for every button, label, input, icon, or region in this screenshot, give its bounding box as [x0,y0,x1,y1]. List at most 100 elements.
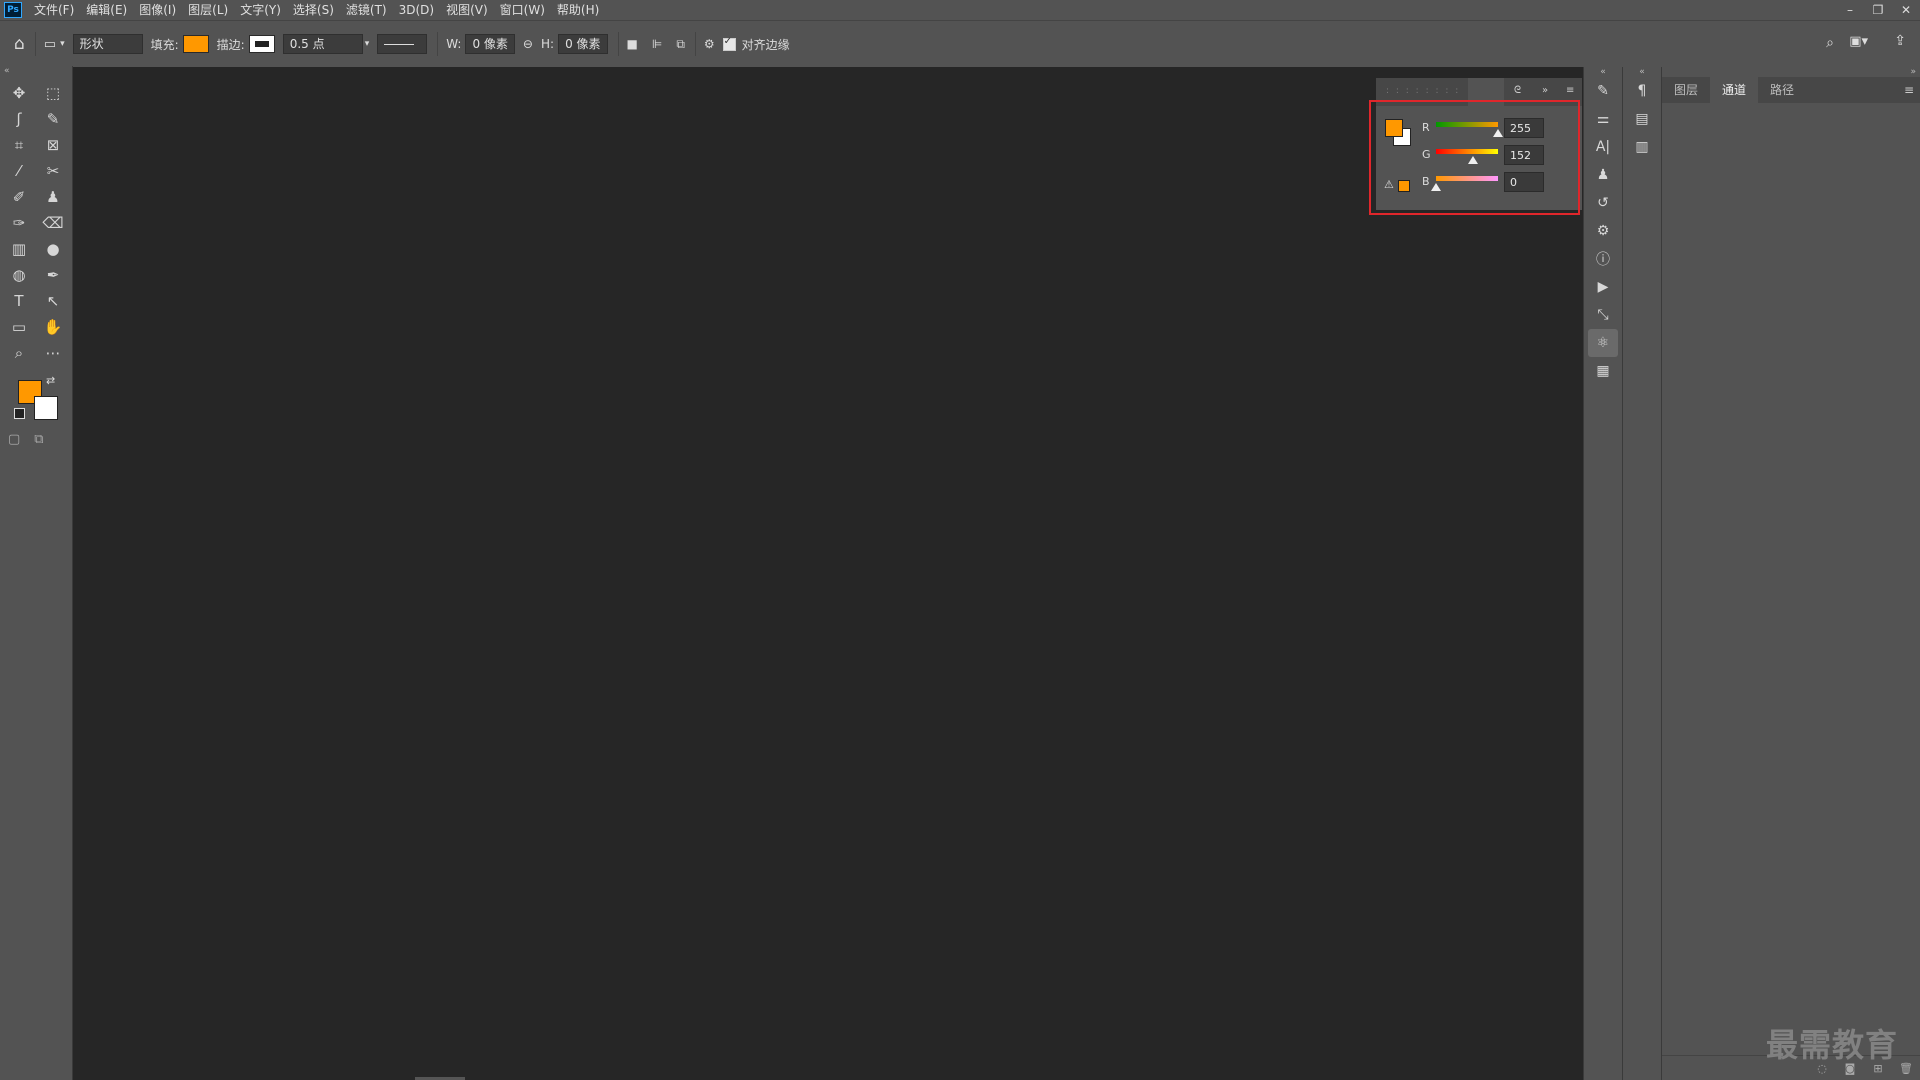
path-arrangement-icon[interactable]: ⧉ [676,37,685,52]
history-brush-icon[interactable]: ✑ [2,210,36,236]
collapse-icon[interactable]: « [1623,67,1661,77]
tool-preset-picker[interactable]: ▭ ▾ [44,37,65,52]
panel-icon-column-1: « ✎ ⚌ A| ♟ ↺ ⚙ ⓘ ▶ ⤡ ⚛ ▦ [1584,67,1623,1080]
expand-icon[interactable]: » [1542,85,1548,96]
menu-help[interactable]: 帮助(H) [551,0,605,20]
mode-dropdown[interactable]: 形状 [72,34,143,54]
adjustments-icon[interactable]: ⚌ [1584,105,1622,133]
path-select-icon[interactable]: ↖ [36,288,70,314]
eraser-icon[interactable]: ⌫ [36,210,70,236]
tab-channels[interactable]: 通道 [1710,77,1759,103]
hand-icon[interactable]: ✋ [36,314,70,340]
annotation-highlight-box [1369,100,1580,215]
panel-menu-icon[interactable]: ≡ [1904,83,1914,97]
panel-options-icon[interactable]: ᘓ [1514,85,1521,96]
stroke-width-value: 0.5 点 [282,34,363,54]
menu-edit[interactable]: 编辑(E) [80,0,133,20]
actions-icon[interactable]: ▶ [1584,273,1622,301]
panel-menu-icon[interactable]: ≡ [1566,85,1574,96]
blur-icon[interactable]: ● [36,236,70,262]
move-icon[interactable]: ✥ [2,80,36,106]
workspace-icon[interactable]: ▣▾ [1849,34,1868,49]
menu-filter[interactable]: 滤镜(T) [340,0,393,20]
panel-foreground-swatch[interactable] [1385,119,1403,137]
path-alignment-icon[interactable]: ⊫ [652,37,662,51]
height-input[interactable]: 0 像素 [558,34,608,54]
info-icon[interactable]: ⓘ [1584,245,1622,273]
default-colors-icon[interactable] [14,408,25,419]
background-color-swatch[interactable] [34,396,58,420]
stroke-type-dropdown[interactable] [377,34,428,54]
crop-icon[interactable]: ⌗ [2,132,36,158]
share-icon[interactable]: ⇪ [1894,33,1906,49]
canvas-area[interactable] [73,67,1583,1080]
panel-tabs: 图层 通道 路径 ≡ [1662,77,1920,103]
stroke-line-icon [377,34,428,54]
width-input[interactable]: 0 像素 [465,34,515,54]
paragraph-icon[interactable]: ¶ [1623,77,1661,105]
collapse-icon[interactable]: « [0,66,72,76]
library-icon[interactable]: ▤ [1623,105,1661,133]
gradient-icon[interactable]: ▥ [2,236,36,262]
paths-icon[interactable]: ⤡ [1584,301,1622,329]
pen-icon[interactable]: ✒ [36,262,70,288]
close-button[interactable]: ✕ [1892,0,1920,20]
h-label: H: [540,37,555,51]
color-swatches: ⇄ [0,374,72,432]
brush-settings-icon[interactable]: ✎ [1584,77,1622,105]
menu-layer[interactable]: 图层(L) [182,0,234,20]
lasso-icon[interactable]: ʃ [2,106,36,132]
3d-icon[interactable]: ⚛ [1588,329,1618,357]
menu-file[interactable]: 文件(F) [28,0,80,20]
collapse-icon[interactable]: « [1584,67,1622,77]
properties-icon[interactable]: ⚙ [1584,217,1622,245]
search-icon[interactable]: ⌕ [1826,35,1834,51]
rectangle-icon[interactable]: ▭ [2,314,36,340]
panel-icon-column-2: « ¶ ▤ ▥ [1623,67,1662,1080]
stroke-label: 描边: [216,37,245,52]
swap-colors-icon[interactable]: ⇄ [46,374,55,387]
menu-window[interactable]: 窗口(W) [494,0,551,20]
stroke-swatch[interactable] [248,35,275,53]
notes-icon[interactable]: ▥ [1623,133,1661,161]
tab-paths[interactable]: 路径 [1758,77,1806,103]
options-bar: ⌂ ▭ ▾ 形状 填充: 描边: 0.5 点 ▾ W: 0 像素 ⊖ H: 0 像… [0,20,1920,68]
home-icon[interactable]: ⌂ [14,34,25,54]
tab-layers[interactable]: 图层 [1662,77,1710,103]
menu-view[interactable]: 视图(V) [440,0,494,20]
fill-label: 填充: [150,37,179,52]
brush-icon[interactable]: ✐ [2,184,36,210]
expand-dock-icon[interactable]: » [1662,67,1920,77]
fill-swatch[interactable] [182,35,209,53]
screen-mode-icon[interactable]: ⧉ [34,432,43,447]
quick-select-icon[interactable]: ✎ [36,106,70,132]
clone-source-icon[interactable]: ♟ [1584,161,1622,189]
quick-mask-icon[interactable]: ▢ [8,432,20,447]
character-icon[interactable]: A| [1584,133,1622,161]
dodge-icon[interactable]: ◍ [2,262,36,288]
minimize-button[interactable]: – [1836,0,1864,20]
more-tools-icon[interactable]: ⋯ [36,340,70,366]
type-icon[interactable]: T [2,288,36,314]
marquee-icon[interactable]: ⬚ [36,80,70,106]
link-icon[interactable]: ⊖ [523,37,533,51]
healing-icon[interactable]: ✂ [36,158,70,184]
history-icon[interactable]: ↺ [1584,189,1622,217]
panel-grip-icon[interactable]: : : : : : : : : [1386,86,1460,96]
eyedropper-icon[interactable]: ⁄ [2,158,36,184]
zoom-icon[interactable]: ⌕ [2,340,36,366]
restore-button[interactable]: ❐ [1864,0,1892,20]
align-edges-checkbox[interactable]: 对齐边缘 [722,36,790,53]
menu-image[interactable]: 图像(I) [133,0,182,20]
frame-icon[interactable]: ⊠ [36,132,70,158]
menu-select[interactable]: 选择(S) [287,0,340,20]
divider [437,32,439,56]
stroke-width-input[interactable]: 0.5 点 ▾ [282,34,369,54]
gear-icon[interactable]: ⚙ [704,37,715,51]
menu-type[interactable]: 文字(Y) [234,0,287,20]
path-operations-icon[interactable]: ■ [627,37,638,51]
divider [617,32,619,56]
table-icon[interactable]: ▦ [1584,357,1622,385]
stamp-icon[interactable]: ♟ [36,184,70,210]
menu-3d[interactable]: 3D(D) [393,0,440,20]
